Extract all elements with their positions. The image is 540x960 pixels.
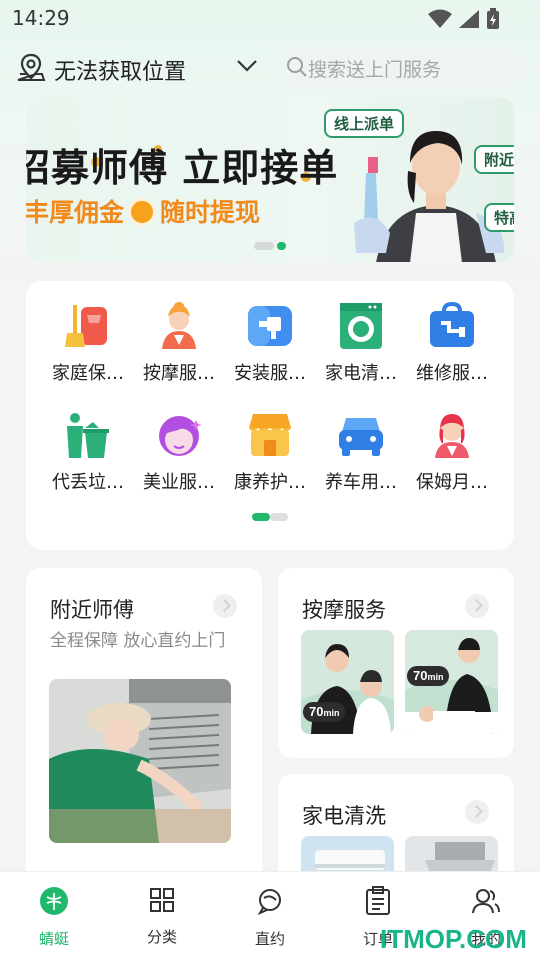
- category-label: 美业服…: [143, 472, 215, 493]
- location-label[interactable]: 无法获取位置: [54, 54, 186, 86]
- signal-icon: [459, 10, 479, 28]
- banner-subtitle-right: 随时提现: [160, 198, 261, 227]
- nearby-masters-card[interactable]: 附近师傅 全程保障 放心直约上门: [26, 568, 262, 888]
- promo-banner[interactable]: 招募师傅 立即接单 丰厚佣金 随时提现 线上派单 附近 特高: [26, 97, 514, 262]
- category-grid: 家庭保… 按摩服… 安装服… 家电清… 维修服… 代丢垃… 美业服… 康养护… …: [26, 281, 514, 550]
- category-label: 安装服…: [234, 363, 306, 384]
- toolbox-icon: [427, 301, 477, 351]
- dragonfly-icon: [40, 887, 68, 915]
- search-icon: [286, 56, 308, 82]
- tab-label: 分类: [146, 928, 177, 946]
- category-massage[interactable]: 按摩服…: [133, 301, 225, 385]
- header-bar: 无法获取位置 搜索送上门服务: [0, 46, 540, 90]
- location-pin-icon[interactable]: [16, 52, 46, 86]
- category-label: 代丢垃…: [52, 472, 124, 493]
- battery-icon: [487, 8, 499, 29]
- duration-badge: 70min: [407, 666, 450, 686]
- tab-category[interactable]: 分类: [122, 886, 202, 947]
- card-title: 附近师傅: [50, 598, 134, 622]
- car-icon: [336, 410, 386, 460]
- card-title: 家电清洗: [302, 804, 386, 828]
- duration-unit: min: [323, 708, 340, 718]
- tab-direct[interactable]: 直约: [230, 886, 310, 949]
- worker-photo: [49, 679, 231, 843]
- card-title: 按摩服务: [302, 598, 386, 622]
- massage-service-card[interactable]: 按摩服务 70min 70min: [278, 568, 514, 758]
- beauty-face-icon: [154, 410, 204, 460]
- duration-value: 70: [413, 668, 428, 683]
- category-wellness[interactable]: 康养护…: [224, 410, 316, 494]
- banner-tag-high: 特高: [484, 203, 514, 232]
- site-watermark: ITMOP.COM: [380, 924, 527, 954]
- user-icon: [472, 889, 500, 914]
- grid-icon: [150, 888, 174, 912]
- masseuse-icon: [154, 301, 204, 351]
- category-label: 康养护…: [234, 472, 306, 493]
- category-label: 按摩服…: [143, 363, 215, 384]
- duration-value: 70: [309, 704, 324, 719]
- grid-pagination: [252, 513, 288, 521]
- search-input[interactable]: 搜索送上门服务: [276, 46, 530, 88]
- duration-unit: min: [427, 672, 444, 682]
- tab-home[interactable]: 蜻蜓: [14, 886, 94, 949]
- category-label: 养车用…: [325, 472, 397, 493]
- massage-photo-1: 70min: [301, 630, 394, 734]
- category-label: 家电清…: [325, 363, 397, 384]
- banner-tag-nearby: 附近: [474, 145, 514, 174]
- chevron-right-icon[interactable]: [213, 594, 237, 618]
- banner-tag-online: 线上派单: [324, 109, 405, 138]
- search-placeholder: 搜索送上门服务: [308, 59, 442, 81]
- status-bar: 14:29: [0, 0, 540, 36]
- category-beauty[interactable]: 美业服…: [133, 410, 225, 494]
- chevron-right-icon[interactable]: [465, 800, 489, 824]
- tab-label: 蜻蜓: [38, 930, 69, 948]
- duration-badge: 70min: [303, 702, 346, 722]
- card-subtitle: 全程保障 放心直约上门: [50, 631, 226, 651]
- category-car[interactable]: 养车用…: [315, 410, 407, 494]
- status-icons: [428, 8, 500, 30]
- washing-machine-icon: [336, 301, 386, 351]
- banner-subtitle-left: 丰厚佣金: [26, 198, 125, 227]
- trash-bin-icon: [63, 410, 113, 460]
- shop-icon: [245, 410, 295, 460]
- chevron-right-icon[interactable]: [465, 594, 489, 618]
- tab-label: 直约: [254, 930, 285, 948]
- category-label: 保姆月…: [416, 472, 488, 493]
- clock-icon: [128, 198, 157, 226]
- nanny-icon: [427, 410, 477, 460]
- category-repair[interactable]: 维修服…: [406, 301, 498, 385]
- banner-dot: [254, 242, 274, 250]
- wifi-icon: [428, 9, 452, 28]
- banner-dot-active: [277, 242, 286, 250]
- chat-icon: [257, 889, 281, 916]
- category-installation[interactable]: 安装服…: [224, 301, 316, 385]
- grid-dot-active: [252, 513, 270, 521]
- category-garbage[interactable]: 代丢垃…: [42, 410, 134, 494]
- chevron-down-icon[interactable]: [236, 58, 258, 77]
- banner-title: 招募师傅 立即接单: [26, 146, 339, 190]
- category-appliance-cleaning[interactable]: 家电清…: [315, 301, 407, 385]
- category-label: 维修服…: [416, 363, 488, 384]
- banner-subtitle: 丰厚佣金 随时提现: [26, 193, 260, 229]
- category-nanny[interactable]: 保姆月…: [406, 410, 498, 494]
- category-label: 家庭保…: [52, 363, 124, 384]
- status-time: 14:29: [12, 6, 70, 30]
- drill-icon: [245, 301, 295, 351]
- category-housekeeping[interactable]: 家庭保…: [42, 301, 134, 385]
- grid-dot: [270, 513, 288, 521]
- broom-icon: [63, 301, 113, 351]
- massage-photo-2: 70min: [405, 630, 498, 734]
- clipboard-icon: [366, 886, 390, 915]
- banner-pagination: [254, 242, 286, 250]
